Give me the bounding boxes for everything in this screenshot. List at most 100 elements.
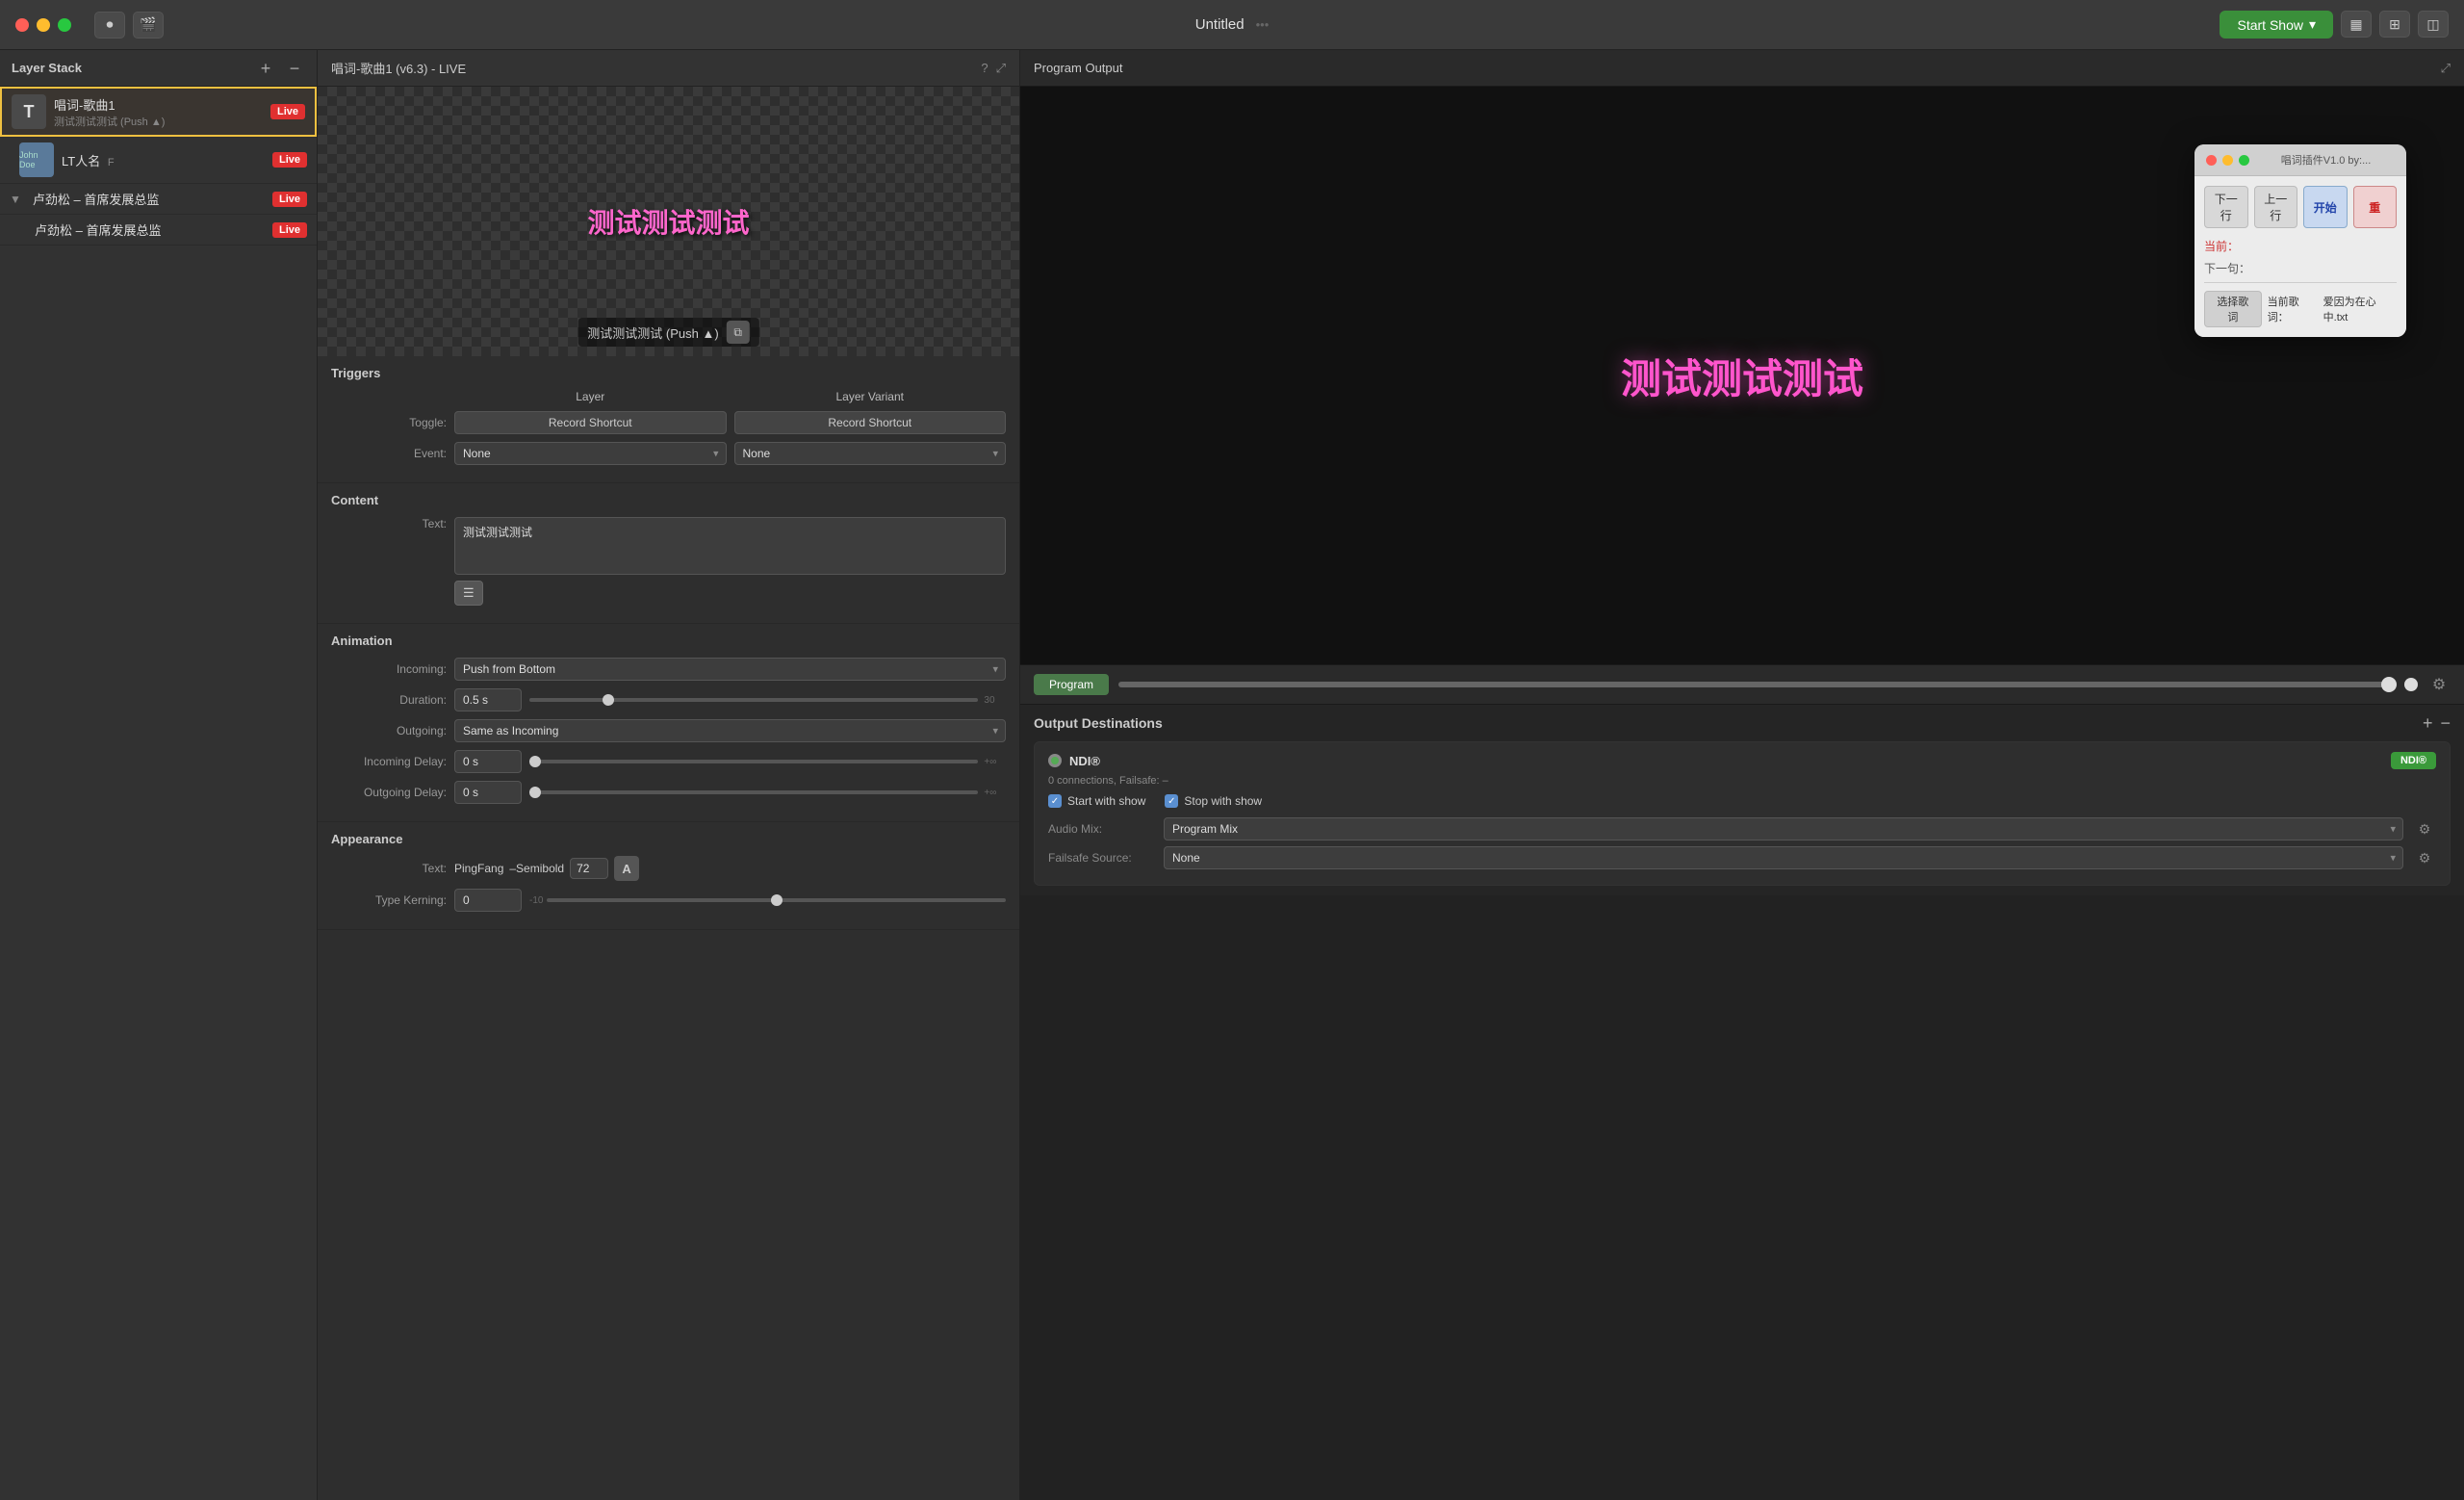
start-show-button[interactable]: Start Show ▾ [2220,11,2333,39]
layout-icon-btn-2[interactable]: ⊞ [2379,11,2410,38]
layout-icon-btn-1[interactable]: ▦ [2341,11,2372,38]
remove-layer-button[interactable]: − [284,58,305,79]
appearance-text-label: Text: [331,862,447,875]
add-layer-button[interactable]: + [255,58,276,79]
ndi-status-dot [1051,757,1059,764]
duration-row: Duration: 30 [331,688,1006,711]
output-destinations-panel: Output Destinations + − NDI® NDI® [1020,704,2464,895]
text-align-button[interactable]: ☰ [454,581,483,606]
output-destinations-actions: + − [2423,714,2451,732]
start-with-show-row: ✓ Start with show [1048,794,1145,808]
plugin-prev-btn[interactable]: 下一行 [2204,186,2248,228]
layer-info-person1: 卢劲松 – 首席发展总监 [33,190,265,208]
close-button[interactable] [15,18,29,32]
outgoing-label: Outgoing: [331,724,447,737]
outgoing-animation-select[interactable]: Same as Incoming [454,719,1006,742]
failsafe-row: Failsafe Source: None ⚙ [1048,846,2436,869]
layout-icon-btn-3[interactable]: ◫ [2418,11,2449,38]
live-badge-lt: Live [272,152,307,168]
type-kerning-input[interactable] [454,889,522,912]
plugin-titlebar: 唱词插件V1.0 by:... [2194,144,2406,176]
plugin-close-button[interactable] [2206,155,2217,166]
title-bar-dots: ••• [1256,17,1270,32]
expand-icon[interactable]: ⤢ [996,61,1006,76]
triggers-col-variant: Layer Variant [734,390,1007,403]
stop-with-show-checkbox[interactable]: ✓ [1165,794,1178,808]
plugin-select-lyrics-btn[interactable]: 选择歌词 [2204,291,2262,327]
type-kerning-slider[interactable] [547,898,1006,902]
appearance-section: Appearance Text: PingFang –Semibold A Ty… [318,822,1019,930]
layer-item-lyrics[interactable]: T 唱词-歌曲1 测试测试测试 (Push ▲) Live [0,87,317,137]
expand-output-icon[interactable]: ⤢ [2441,61,2451,76]
copy-variant-button[interactable]: ⧉ [727,321,750,344]
ndi-header: NDI® NDI® [1048,752,2436,769]
start-show-label: Start Show [2237,17,2302,33]
plugin-next-label: 下一句： [2204,260,2250,276]
event-variant-select[interactable]: None [734,442,1007,465]
triggers-event-row: Event: None None [331,442,1006,465]
plugin-reset-btn[interactable]: 重 [2353,186,2398,228]
layer-item-person2[interactable]: 卢劲松 – 首席发展总监 Live [0,215,317,246]
program-slider-thumb-indicator [2404,678,2418,691]
layer-stack-title: Layer Stack [12,61,82,75]
duration-slider[interactable] [529,698,978,702]
layer-item-lt[interactable]: John Doe LT人名 F Live [0,137,317,184]
plugin-content: 下一行 上一行 开始 重 当前： 下一句： 选择歌 [2194,176,2406,337]
duration-input[interactable] [454,688,522,711]
event-layer-select-wrap: None [454,442,727,465]
outgoing-delay-slider-wrap: +∞ [529,788,1006,798]
outgoing-delay-input[interactable] [454,781,522,804]
font-bold-button[interactable]: A [614,856,639,881]
plugin-minimize-button[interactable] [2222,155,2233,166]
duration-slider-max: 30 [984,695,1006,706]
program-tab[interactable]: Program [1034,674,1109,695]
center-panel-header: 唱词-歌曲1 (v6.3) - LIVE ? ⤢ [318,50,1019,87]
minimize-button[interactable] [37,18,50,32]
help-icon[interactable]: ? [981,61,988,76]
audio-mix-gear-icon[interactable]: ⚙ [2413,817,2436,841]
program-opacity-slider[interactable] [1118,682,2397,687]
text-content-area: 测试测试测试 ☰ [454,517,1006,606]
failsafe-gear-icon[interactable]: ⚙ [2413,846,2436,869]
program-gear-icon[interactable]: ⚙ [2427,673,2451,696]
event-layer-select[interactable]: None [454,442,727,465]
layer-name-lt: LT人名 F [62,151,265,169]
animation-section: Animation Incoming: Push from Bottom Dur… [318,624,1019,822]
output-destinations-title: Output Destinations [1034,715,1163,731]
outgoing-delay-slider[interactable] [529,790,978,794]
layer-item-person1[interactable]: ▼ 卢劲松 – 首席发展总监 Live [0,184,317,215]
maximize-button[interactable] [58,18,71,32]
plugin-maximize-button[interactable] [2239,155,2249,166]
audio-mix-select-wrap: Program Mix [1164,817,2403,841]
add-destination-button[interactable]: + [2423,714,2433,732]
plugin-start-btn[interactable]: 开始 [2303,186,2348,228]
type-kerning-slider-wrap: -10 [529,895,1006,906]
live-badge-person1: Live [272,192,307,207]
triggers-header-row: Layer Layer Variant [331,390,1006,403]
layer-info-lyrics: 唱词-歌曲1 测试测试测试 (Push ▲) [54,95,263,129]
failsafe-select[interactable]: None [1164,846,2403,869]
main-layout: Layer Stack + − T 唱词-歌曲1 测试测试测试 (Push ▲)… [0,50,2464,1500]
plugin-song-row: 选择歌词 当前歌词： 爱因为在心中.txt [2204,291,2397,327]
record-icon-btn[interactable]: ⏺ [94,12,125,39]
stop-with-show-label: Stop with show [1184,794,1262,808]
failsafe-label: Failsafe Source: [1048,851,1154,865]
content-text-input[interactable]: 测试测试测试 [454,517,1006,575]
record-shortcut-variant-button[interactable]: Record Shortcut [734,411,1007,434]
font-size-input[interactable] [570,858,608,879]
video-icon-btn[interactable]: 🎬 [133,12,164,39]
incoming-delay-slider-wrap: +∞ [529,757,1006,767]
remove-destination-button[interactable]: − [2440,714,2451,732]
triggers-toggle-row: Toggle: Record Shortcut Record Shortcut [331,411,1006,434]
incoming-delay-input[interactable] [454,750,522,773]
incoming-delay-slider[interactable] [529,760,978,763]
record-shortcut-layer-button[interactable]: Record Shortcut [454,411,727,434]
layer-stack-actions: + − [255,58,305,79]
font-row: PingFang –Semibold A [454,856,1006,881]
start-with-show-checkbox[interactable]: ✓ [1048,794,1062,808]
plugin-next-btn[interactable]: 上一行 [2254,186,2298,228]
right-header-actions: ⤢ [2441,61,2451,76]
incoming-animation-select[interactable]: Push from Bottom [454,658,1006,681]
audio-mix-select[interactable]: Program Mix [1164,817,2403,841]
avatar-lt: John Doe [19,142,54,177]
